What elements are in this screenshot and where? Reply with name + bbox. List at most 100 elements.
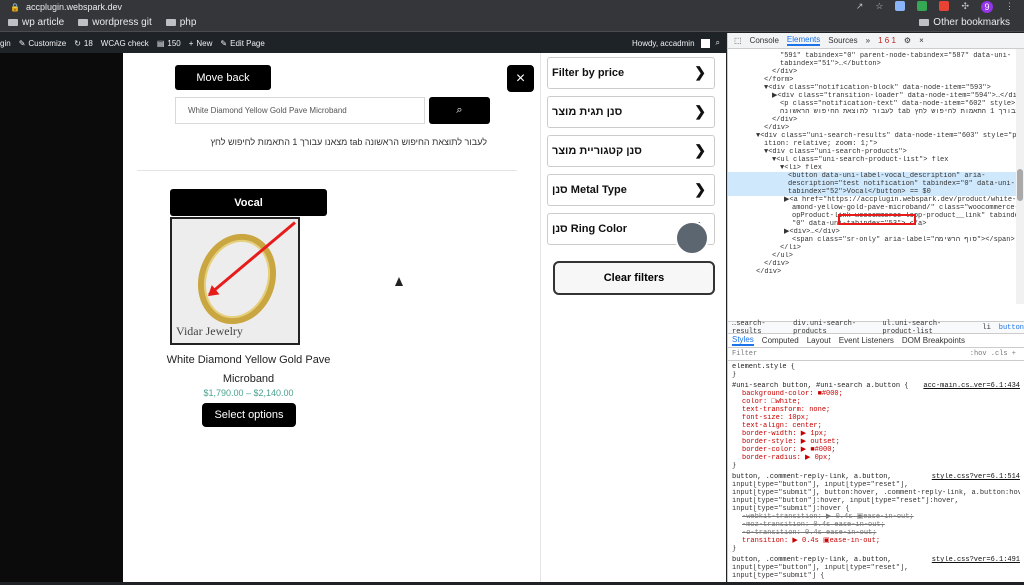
dom-line[interactable]: </div>	[728, 116, 1024, 124]
browser-address-bar[interactable]: 🔒 accplugin.webspark.dev ↗ ☆ ✣ 9 ⋮	[0, 0, 1024, 14]
tab-styles[interactable]: Styles	[732, 335, 754, 346]
select-options-button[interactable]: Select options	[202, 403, 296, 427]
dom-line[interactable]: </div>	[728, 68, 1024, 76]
move-back-button[interactable]: Move back	[175, 65, 271, 90]
issues-counter[interactable]: 1 6 1	[878, 36, 896, 45]
dom-line[interactable]: ▼<div class="uni-search-products">	[728, 148, 1024, 156]
extension-icon[interactable]	[917, 1, 928, 11]
close-button[interactable]: ×	[507, 65, 534, 92]
floating-avatar[interactable]	[675, 221, 709, 255]
dom-line[interactable]: </li>	[728, 244, 1024, 252]
dom-line[interactable]: </ul>	[728, 252, 1024, 260]
more-tabs-icon[interactable]: »	[866, 36, 870, 45]
admin-item-new[interactable]: + New	[189, 39, 213, 48]
dom-line[interactable]: ▶<a href="https://accplugin.webspark.dev…	[728, 196, 1024, 204]
admin-item-wcag[interactable]: WCAG check	[101, 39, 149, 48]
style-prop[interactable]: border-style: ▶ outset;	[732, 438, 1020, 446]
tab-console[interactable]: Console	[750, 36, 779, 45]
styles-filter[interactable]: Filter :hov .cls +	[728, 348, 1024, 361]
profile-badge[interactable]: 9	[981, 1, 993, 13]
dom-line[interactable]: </div>	[728, 260, 1024, 268]
filter-product-tag[interactable]: סנן תגית מוצר ❯	[547, 96, 715, 128]
tab-sources[interactable]: Sources	[828, 36, 857, 45]
close-devtools-icon[interactable]: ×	[919, 36, 924, 45]
style-prop[interactable]: border-color: ▶ ■#000;	[732, 446, 1020, 454]
dom-line[interactable]: tabindex="51">…</button>	[728, 60, 1024, 68]
other-bookmarks[interactable]: Other bookmarks	[919, 17, 1010, 28]
extension-icon[interactable]	[939, 1, 950, 11]
dom-line[interactable]: ition: relative; zoom: 1;">	[728, 140, 1024, 148]
dom-line[interactable]: "591" tabindex="0" parent-node-tabindex=…	[728, 52, 1024, 60]
dom-line[interactable]: ▼<li> flex	[728, 164, 1024, 172]
menu-icon[interactable]: ⋮	[1005, 1, 1014, 13]
style-prop[interactable]: border-radius: ▶ 0px;	[732, 454, 1020, 462]
style-prop[interactable]: font-size: 10px;	[732, 414, 1020, 422]
inspect-icon[interactable]: ⬚	[734, 36, 742, 45]
dom-line[interactable]: amond-yellow-gold-pave-microband/" class…	[728, 204, 1024, 212]
style-prop[interactable]: border-width: ▶ 1px;	[732, 430, 1020, 438]
dom-line[interactable]: ▶<div>…</div>	[728, 228, 1024, 236]
style-source[interactable]: acc-main.cs…ver=6.1:434	[923, 382, 1020, 390]
style-prop[interactable]: color: □white;	[732, 398, 1020, 406]
dom-line[interactable]: ▼<div class="notification-block" data-no…	[728, 84, 1024, 92]
bookmark-wp-article[interactable]: wp article	[8, 17, 64, 28]
bookmark-star-icon[interactable]: ☆	[875, 1, 883, 13]
extension-icon[interactable]	[895, 1, 906, 11]
tab-layout[interactable]: Layout	[807, 336, 831, 345]
dom-line[interactable]: לעבור לתוצאת החיפוש הראשונה tab עבורך 1 …	[728, 108, 1024, 116]
dom-line-selected[interactable]: description="test notification" tabindex…	[728, 180, 1024, 188]
breadcrumb-item[interactable]: …search-results	[732, 320, 785, 336]
admin-item-comments[interactable]: ▤ 150	[157, 39, 181, 48]
dom-scrollbar[interactable]	[1016, 49, 1024, 304]
breadcrumb-item[interactable]: div.uni-search-products	[793, 320, 874, 336]
styles-filter-tools[interactable]: :hov .cls +	[970, 350, 1016, 358]
dom-line[interactable]: ▼<ul class="uni-search-product-list"> fl…	[728, 156, 1024, 164]
admin-item-edit-page[interactable]: ✎ Edit Page	[220, 39, 264, 48]
filter-metal-type[interactable]: סנן Metal Type ❯	[547, 174, 715, 206]
share-icon[interactable]: ↗	[856, 1, 864, 13]
tab-event-listeners[interactable]: Event Listeners	[839, 336, 894, 345]
style-source[interactable]: style.css?ver=6.1:514	[932, 473, 1020, 481]
style-prop[interactable]: -o-transition: 0.4s ease-in-out;	[732, 529, 1020, 537]
admin-user[interactable]: Howdy, accadmin ⌕	[632, 38, 720, 48]
tab-dom-breakpoints[interactable]: DOM Breakpoints	[902, 336, 965, 345]
vocal-button[interactable]: Vocal	[170, 189, 327, 216]
dom-line[interactable]: ▼<div class="uni-search-results" data-no…	[728, 132, 1024, 140]
puzzle-icon[interactable]: ✣	[961, 1, 969, 13]
search-icon[interactable]: ⌕	[716, 38, 720, 48]
dom-tree[interactable]: "591" tabindex="0" parent-node-tabindex=…	[728, 49, 1024, 321]
style-prop[interactable]: transition: ▶ 0.4s ▣ease-in-out;	[732, 537, 1020, 545]
settings-gear-icon[interactable]: ⚙	[904, 36, 911, 45]
breadcrumb-item[interactable]: ul.uni-search-product-list	[882, 320, 974, 336]
dom-line[interactable]: </div>	[728, 124, 1024, 132]
dom-line-selected[interactable]: tabindex="52">Vocal</button> == $0	[728, 188, 1024, 196]
filter-price[interactable]: Filter by price ❯	[547, 57, 715, 89]
clear-filters-button[interactable]: Clear filters	[553, 261, 715, 295]
admin-item-customize[interactable]: ✎ Customize	[19, 39, 67, 48]
breadcrumb-item[interactable]: li	[982, 324, 990, 332]
style-source[interactable]: style.css?ver=6.1:491	[932, 556, 1020, 564]
style-prop[interactable]: text-align: center;	[732, 422, 1020, 430]
dom-line[interactable]: </div>	[728, 268, 1024, 276]
dom-line-selected[interactable]: <button data-uni-label-vocal_description…	[728, 172, 1024, 180]
style-prop[interactable]: -moz-transition: 0.4s ease-in-out;	[732, 521, 1020, 529]
product-title[interactable]: White Diamond Yellow Gold Pave Microband	[163, 351, 334, 389]
search-input[interactable]: White Diamond Yellow Gold Pave Microband	[175, 97, 425, 124]
breadcrumb-item-active[interactable]: button	[999, 324, 1024, 332]
style-prop[interactable]: -webkit-transition: ▶ 0.4s ▣ease-in-out;	[732, 513, 1020, 521]
dom-line[interactable]: </form>	[728, 76, 1024, 84]
style-prop[interactable]: text-transform: none;	[732, 406, 1020, 414]
page-url[interactable]: accplugin.webspark.dev	[26, 2, 122, 12]
style-prop[interactable]: background-color: ■#000;	[732, 390, 1020, 398]
bookmark-php[interactable]: php	[165, 17, 196, 28]
dom-line[interactable]: <p class="notification-text" data-node-i…	[728, 100, 1024, 108]
bookmark-wordpress-git[interactable]: wordpress git	[78, 17, 152, 28]
tab-computed[interactable]: Computed	[762, 336, 799, 345]
admin-item-updates[interactable]: ↻ 18	[74, 39, 93, 48]
filter-product-category[interactable]: סנן קטגוריית מוצר ❯	[547, 135, 715, 167]
search-button[interactable]: ⌕	[429, 97, 490, 124]
dom-line[interactable]: <span class="sr-only" aria-label="סוף הר…	[728, 236, 1024, 244]
dom-line[interactable]: ▶<div class="transition-loader" data-nod…	[728, 92, 1024, 100]
tab-elements[interactable]: Elements	[786, 35, 821, 46]
admin-item-plugin[interactable]: gin	[0, 39, 11, 48]
